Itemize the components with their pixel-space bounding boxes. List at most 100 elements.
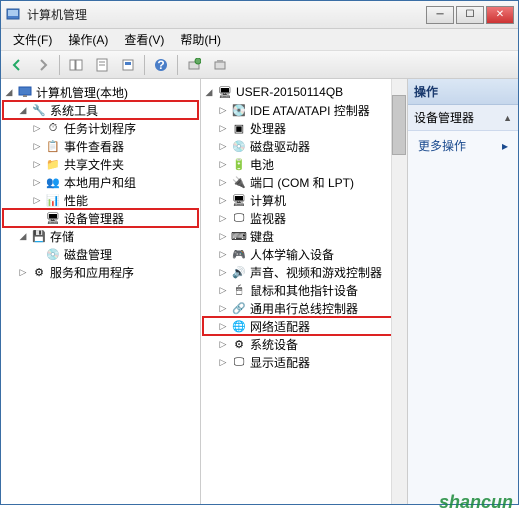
tree-label: 服务和应用程序 bbox=[50, 264, 134, 281]
back-button[interactable] bbox=[5, 54, 29, 76]
menubar: 文件(F) 操作(A) 查看(V) 帮助(H) bbox=[1, 29, 518, 51]
computer-mgmt-icon bbox=[17, 85, 33, 99]
expand-icon[interactable]: ▷ bbox=[217, 248, 229, 260]
device-battery[interactable]: ▷🔋电池 bbox=[203, 155, 405, 173]
clock-icon: ⏱ bbox=[45, 121, 61, 135]
menu-action[interactable]: 操作(A) bbox=[60, 29, 116, 50]
device-display[interactable]: ▷🖵显示适配器 bbox=[203, 353, 405, 371]
export-button[interactable] bbox=[116, 54, 140, 76]
tree-label: 键盘 bbox=[250, 228, 274, 245]
expand-icon[interactable]: ▷ bbox=[217, 140, 229, 152]
expand-icon[interactable]: ▷ bbox=[31, 140, 43, 152]
collapse-icon[interactable]: ◢ bbox=[203, 86, 215, 98]
tree-system-tools[interactable]: ◢ 🔧 系统工具 bbox=[3, 101, 198, 119]
expand-icon[interactable]: ▷ bbox=[217, 158, 229, 170]
expand-icon[interactable]: ▷ bbox=[31, 158, 43, 170]
device-monitor[interactable]: ▷🖵监视器 bbox=[203, 209, 405, 227]
expand-icon[interactable]: ▷ bbox=[217, 338, 229, 350]
tree-local-users[interactable]: ▷ 👥 本地用户和组 bbox=[3, 173, 198, 191]
cpu-icon: ▣ bbox=[231, 121, 247, 135]
action-more[interactable]: 更多操作 ▸ bbox=[408, 131, 518, 160]
maximize-button[interactable]: ☐ bbox=[456, 6, 484, 24]
uninstall-button[interactable] bbox=[208, 54, 232, 76]
vertical-scrollbar[interactable] bbox=[391, 79, 407, 504]
tree-label: 存储 bbox=[50, 228, 74, 245]
close-button[interactable]: ✕ bbox=[486, 6, 514, 24]
device-disk-drive[interactable]: ▷💿磁盘驱动器 bbox=[203, 137, 405, 155]
tree-task-scheduler[interactable]: ▷ ⏱ 任务计划程序 bbox=[3, 119, 198, 137]
expand-icon[interactable]: ▷ bbox=[217, 176, 229, 188]
tree-performance[interactable]: ▷ 📊 性能 bbox=[3, 191, 198, 209]
expand-icon[interactable]: ▷ bbox=[217, 104, 229, 116]
tree-event-viewer[interactable]: ▷ 📋 事件查看器 bbox=[3, 137, 198, 155]
device-usb[interactable]: ▷🔗通用串行总线控制器 bbox=[203, 299, 405, 317]
minimize-button[interactable]: ─ bbox=[426, 6, 454, 24]
battery-icon: 🔋 bbox=[231, 157, 247, 171]
system-icon: ⚙ bbox=[231, 337, 247, 351]
device-root[interactable]: ◢ 🖥 USER-20150114QB bbox=[203, 83, 405, 101]
tree-label: 网络适配器 bbox=[250, 318, 310, 335]
help-button[interactable]: ? bbox=[149, 54, 173, 76]
tree-shared-folders[interactable]: ▷ 📁 共享文件夹 bbox=[3, 155, 198, 173]
expand-icon[interactable]: ▷ bbox=[217, 194, 229, 206]
device-network[interactable]: ▷🌐网络适配器 bbox=[203, 317, 405, 335]
collapse-icon[interactable]: ◢ bbox=[17, 230, 29, 242]
expand-icon[interactable]: ▷ bbox=[217, 320, 229, 332]
expand-icon[interactable]: ▷ bbox=[31, 176, 43, 188]
tools-icon: 🔧 bbox=[31, 103, 47, 117]
expand-icon[interactable]: ▷ bbox=[217, 302, 229, 314]
expand-icon[interactable]: ▷ bbox=[217, 284, 229, 296]
app-icon bbox=[5, 7, 21, 23]
collapse-icon[interactable]: ▲ bbox=[503, 113, 512, 123]
scrollbar-thumb[interactable] bbox=[392, 95, 406, 155]
device-system[interactable]: ▷⚙系统设备 bbox=[203, 335, 405, 353]
actions-section-device-mgr[interactable]: 设备管理器 ▲ bbox=[408, 105, 518, 131]
actions-panel: 操作 设备管理器 ▲ 更多操作 ▸ bbox=[408, 79, 518, 504]
toolbar-separator bbox=[177, 55, 178, 75]
tree-device-manager[interactable]: 🖥 设备管理器 bbox=[3, 209, 198, 227]
device-keyboard[interactable]: ▷⌨键盘 bbox=[203, 227, 405, 245]
properties-button[interactable] bbox=[90, 54, 114, 76]
forward-button[interactable] bbox=[31, 54, 55, 76]
collapse-icon[interactable]: ◢ bbox=[17, 104, 29, 116]
expand-icon[interactable]: ▷ bbox=[31, 122, 43, 134]
tree-label: 声音、视频和游戏控制器 bbox=[250, 264, 382, 281]
expand-icon[interactable]: ▷ bbox=[217, 356, 229, 368]
device-mouse[interactable]: ▷🖱鼠标和其他指针设备 bbox=[203, 281, 405, 299]
expand-icon[interactable]: ▷ bbox=[17, 266, 29, 278]
menu-help[interactable]: 帮助(H) bbox=[172, 29, 229, 50]
menu-view[interactable]: 查看(V) bbox=[116, 29, 172, 50]
menu-file[interactable]: 文件(F) bbox=[5, 29, 60, 50]
spacer bbox=[31, 212, 43, 224]
device-tree-panel: ◢ 🖥 USER-20150114QB ▷💽IDE ATA/ATAPI 控制器 … bbox=[201, 79, 408, 504]
tree-label: 鼠标和其他指针设备 bbox=[250, 282, 358, 299]
expand-icon[interactable]: ▷ bbox=[31, 194, 43, 206]
tree-label: 监视器 bbox=[250, 210, 286, 227]
drive-icon: 💿 bbox=[231, 139, 247, 153]
toolbar-separator bbox=[144, 55, 145, 75]
show-hide-tree-button[interactable] bbox=[64, 54, 88, 76]
tree-root-computer-mgmt[interactable]: ◢ 计算机管理(本地) bbox=[3, 83, 198, 101]
tree-storage[interactable]: ◢ 💾 存储 bbox=[3, 227, 198, 245]
keyboard-icon: ⌨ bbox=[231, 229, 247, 243]
device-hid[interactable]: ▷🎮人体学输入设备 bbox=[203, 245, 405, 263]
device-computer[interactable]: ▷🖥计算机 bbox=[203, 191, 405, 209]
expand-icon[interactable]: ▷ bbox=[217, 266, 229, 278]
toolbar-separator bbox=[59, 55, 60, 75]
display-icon: 🖵 bbox=[231, 355, 247, 369]
device-processor[interactable]: ▷▣处理器 bbox=[203, 119, 405, 137]
collapse-icon[interactable]: ◢ bbox=[3, 86, 15, 98]
tree-disk-mgmt[interactable]: 💿 磁盘管理 bbox=[3, 245, 198, 263]
sound-icon: 🔊 bbox=[231, 265, 247, 279]
expand-icon[interactable]: ▷ bbox=[217, 122, 229, 134]
tree-label: 人体学输入设备 bbox=[250, 246, 334, 263]
device-port[interactable]: ▷🔌端口 (COM 和 LPT) bbox=[203, 173, 405, 191]
scan-hardware-button[interactable] bbox=[182, 54, 206, 76]
device-sound[interactable]: ▷🔊声音、视频和游戏控制器 bbox=[203, 263, 405, 281]
tree-services[interactable]: ▷ ⚙ 服务和应用程序 bbox=[3, 263, 198, 281]
tree-label: 共享文件夹 bbox=[64, 156, 124, 173]
users-icon: 👥 bbox=[45, 175, 61, 189]
expand-icon[interactable]: ▷ bbox=[217, 212, 229, 224]
expand-icon[interactable]: ▷ bbox=[217, 230, 229, 242]
device-ide[interactable]: ▷💽IDE ATA/ATAPI 控制器 bbox=[203, 101, 405, 119]
